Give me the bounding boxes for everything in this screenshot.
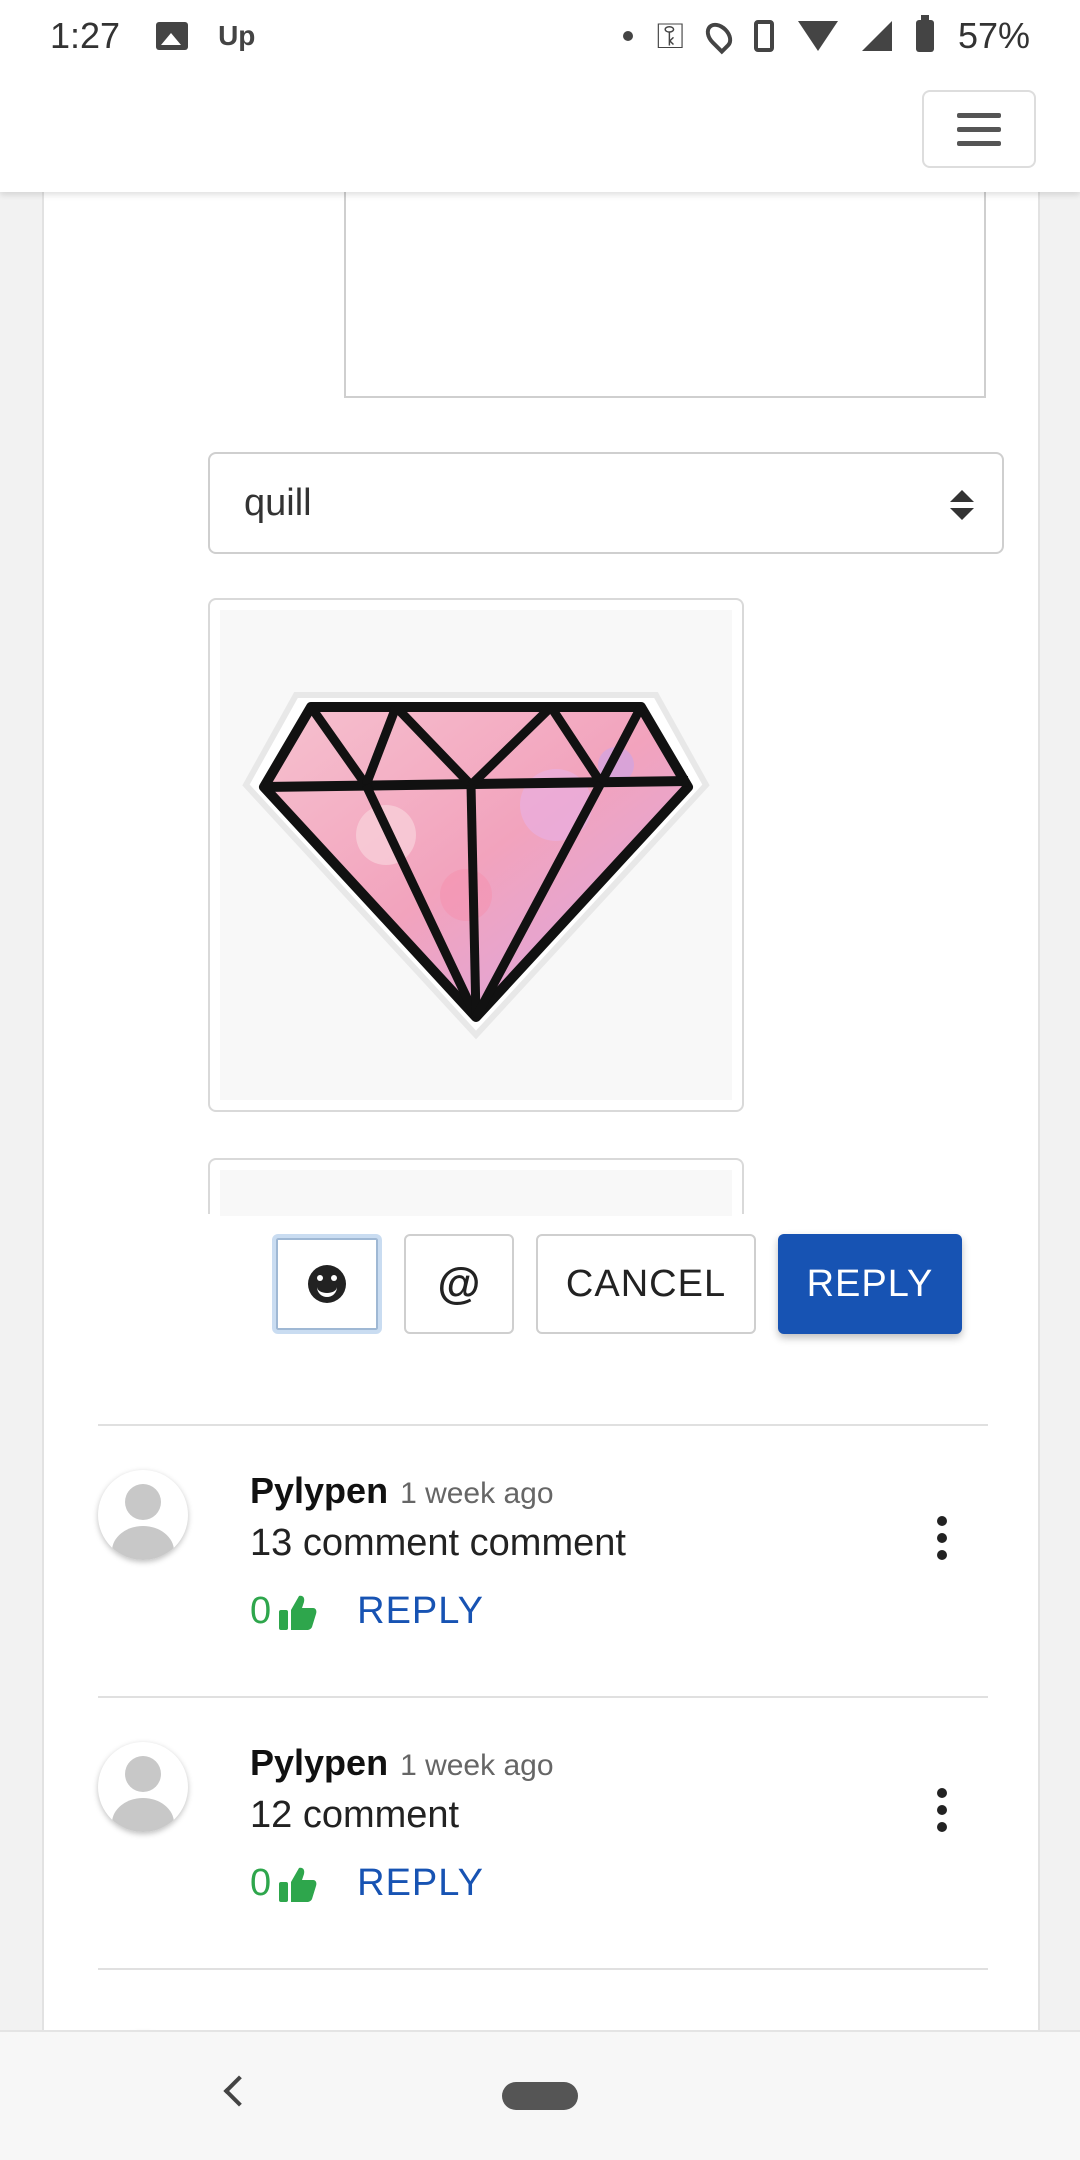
mention-label: @ bbox=[437, 1259, 481, 1308]
page: 1:27 Up ⚿ 57% quill @ CANCEL REPLY Pylyp… bbox=[0, 0, 1080, 2160]
comment-time: 1 week ago bbox=[400, 1477, 554, 1510]
sticker-option-diamond[interactable] bbox=[208, 598, 744, 1112]
editor-select[interactable]: quill bbox=[208, 452, 1004, 554]
vpn-key-icon: ⚿ bbox=[656, 14, 684, 56]
like-count: 0 bbox=[250, 1590, 272, 1632]
battery-icon bbox=[915, 15, 934, 52]
like-count: 0 bbox=[250, 1862, 272, 1904]
dot-icon bbox=[622, 31, 633, 41]
home-pill-icon[interactable] bbox=[502, 2082, 578, 2110]
back-icon[interactable] bbox=[223, 2075, 255, 2107]
reply-text-area[interactable] bbox=[344, 182, 986, 398]
comment-reply-button[interactable]: REPLY bbox=[357, 1590, 484, 1633]
status-bar: 1:27 Up ⚿ 57% bbox=[0, 0, 1080, 72]
comment-item: Pylypen 1 week ago 12 comment 0 REPLY bbox=[98, 1698, 988, 1948]
thumbs-up-icon[interactable] bbox=[277, 1592, 317, 1632]
vibrate-icon bbox=[753, 20, 774, 52]
diamond-sticker-image bbox=[242, 692, 710, 1040]
comment-card: quill @ CANCEL REPLY Pylypen 1 week ago … bbox=[42, 182, 1040, 2052]
comment-text: 13 comment comment bbox=[250, 1522, 626, 1564]
comment-item: Pylypen 1 week ago 13 comment comment 0 … bbox=[98, 1426, 988, 1676]
signal-icon bbox=[861, 21, 892, 51]
status-time: 1:27 bbox=[50, 15, 121, 56]
location-pin-icon bbox=[700, 17, 738, 55]
select-arrows-icon bbox=[950, 490, 974, 520]
divider bbox=[98, 1968, 988, 1970]
image-icon bbox=[156, 22, 189, 50]
editor-select-value: quill bbox=[244, 481, 312, 524]
smiley-icon bbox=[308, 1265, 346, 1303]
comment-reply-button[interactable]: REPLY bbox=[357, 1862, 484, 1905]
comment-text: 12 comment bbox=[250, 1794, 460, 1836]
comment-author[interactable]: Pylypen bbox=[250, 1470, 388, 1512]
avatar[interactable] bbox=[98, 1742, 188, 1832]
sticker-option-next[interactable] bbox=[208, 1158, 744, 1216]
mention-button[interactable]: @ bbox=[404, 1234, 514, 1334]
emoji-button[interactable] bbox=[272, 1234, 382, 1334]
up-icon: Up bbox=[218, 20, 256, 51]
more-options-icon[interactable] bbox=[936, 1516, 948, 1560]
more-options-icon[interactable] bbox=[936, 1788, 948, 1832]
avatar[interactable] bbox=[98, 1470, 188, 1560]
comment-author[interactable]: Pylypen bbox=[250, 1742, 388, 1784]
thumbs-up-icon[interactable] bbox=[277, 1864, 317, 1904]
comment-time: 1 week ago bbox=[400, 1749, 554, 1782]
reply-submit-button[interactable]: REPLY bbox=[778, 1234, 962, 1334]
status-icons: ⚿ 57% bbox=[622, 14, 1030, 58]
battery-percent: 57% bbox=[957, 15, 1030, 56]
cancel-button[interactable]: CANCEL bbox=[536, 1234, 756, 1334]
wifi-icon bbox=[797, 21, 838, 51]
hamburger-menu-icon bbox=[957, 112, 1001, 118]
app-bar bbox=[0, 72, 1080, 192]
hamburger-menu-button[interactable] bbox=[922, 90, 1036, 168]
navigation-bar bbox=[0, 2030, 1080, 2160]
editor-actions: @ CANCEL REPLY bbox=[272, 1232, 962, 1336]
